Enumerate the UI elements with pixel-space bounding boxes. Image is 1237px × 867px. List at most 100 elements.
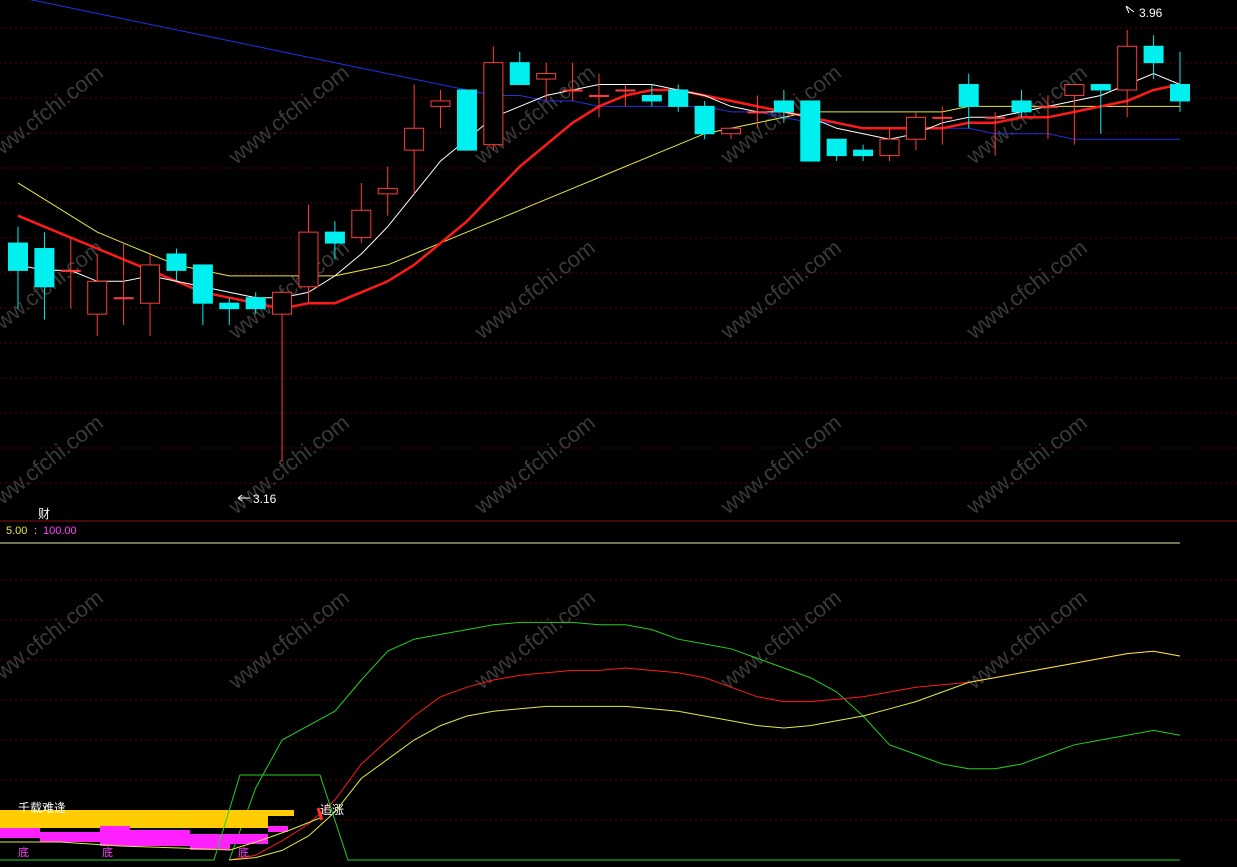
candle-body	[1169, 84, 1191, 102]
candle-body	[60, 269, 81, 272]
candle-body	[536, 73, 557, 80]
candle	[826, 138, 847, 162]
indicator-param-first: 5.00	[6, 525, 27, 537]
watermark-text: www.cfchi.com	[715, 60, 846, 170]
watermark-text: www.cfchi.com	[223, 235, 354, 345]
candles-layer	[7, 29, 1191, 462]
watermark-text: www.cfchi.com	[0, 60, 108, 170]
candle	[958, 73, 979, 129]
indicator-line-green	[228, 621, 1181, 861]
candle	[1064, 84, 1085, 145]
watermark-text: www.cfchi.com	[961, 585, 1092, 695]
bottom-marker-3: 底	[238, 845, 249, 859]
candle-body	[932, 116, 953, 119]
candle-body	[377, 187, 398, 195]
watermark-text: www.cfchi.com	[0, 410, 108, 520]
candle-body	[219, 302, 240, 310]
candle	[800, 100, 821, 162]
candle-body	[404, 127, 425, 151]
candle-body	[272, 291, 293, 315]
candle	[905, 111, 926, 151]
candlestick-chart-svg: www.cfchi.com www.cfchi.com www.cfchi.com w…	[0, 0, 1237, 861]
candle-body	[905, 116, 926, 140]
stock-chart: www.cfchi.com www.cfchi.com www.cfchi.com w…	[0, 0, 1237, 867]
candle-body	[853, 149, 874, 157]
candle-body	[140, 264, 161, 304]
signal-text-left: 千载难逢	[18, 801, 66, 815]
indicator-param-sep: :	[34, 525, 37, 537]
grid-lines	[0, 27, 1237, 821]
candle	[113, 243, 134, 326]
candle-body	[324, 231, 345, 244]
candle-body	[773, 100, 794, 113]
candle-body	[879, 138, 900, 157]
candle	[1090, 84, 1111, 134]
signal-text-mid: 追涨	[320, 802, 344, 817]
watermark-text: www.cfchi.com	[0, 585, 108, 695]
watermark-text: www.cfchi.com	[961, 235, 1092, 345]
bottom-marker-2: 底	[102, 845, 113, 859]
candle	[1117, 29, 1138, 118]
indicator-panel	[228, 621, 1181, 861]
watermark-text: www.cfchi.com	[961, 410, 1092, 520]
candle-body	[166, 253, 187, 271]
candle	[140, 254, 161, 336]
candle-body	[192, 264, 213, 304]
candle-body	[985, 116, 1006, 119]
watermark-text: www.cfchi.com	[469, 410, 600, 520]
candle-body	[800, 100, 821, 162]
moving-average-lines	[17, 0, 1181, 310]
candle-body	[430, 100, 451, 107]
candle-body	[87, 280, 108, 315]
candle-body	[588, 94, 610, 97]
candle	[1143, 35, 1164, 80]
candle	[456, 89, 477, 151]
candle-body	[1143, 45, 1164, 64]
candle-body	[641, 94, 662, 102]
watermark-text: www.cfchi.com	[961, 60, 1092, 170]
low-price-label: 3.16	[253, 492, 277, 506]
watermark-text: www.cfchi.com	[223, 585, 354, 695]
watermark-text: www.cfchi.com	[469, 235, 600, 345]
watermark-text: www.cfchi.com	[223, 410, 354, 520]
candle-body	[245, 297, 266, 310]
candle	[430, 90, 451, 129]
candle	[192, 264, 213, 326]
panel-tag: 财	[38, 507, 50, 521]
watermark-text: www.cfchi.com	[469, 585, 600, 695]
candle	[483, 46, 504, 151]
candle-body	[7, 242, 29, 271]
candle-body	[747, 111, 768, 114]
candle-body	[721, 127, 742, 135]
candle	[351, 182, 372, 244]
candle	[615, 84, 636, 107]
candle-body	[1011, 100, 1032, 113]
candle-body	[694, 105, 715, 135]
candle-body	[509, 62, 530, 86]
candle-body	[615, 89, 636, 92]
candle-body	[1117, 45, 1138, 91]
high-price-label: 3.96	[1139, 6, 1163, 20]
candle	[694, 100, 715, 140]
candle-body	[1064, 84, 1085, 96]
candle-body	[483, 62, 504, 146]
watermark-text: www.cfchi.com	[715, 235, 846, 345]
candle	[377, 166, 398, 216]
candle-body	[456, 89, 477, 151]
watermark-text: www.cfchi.com	[223, 60, 354, 170]
candle	[272, 291, 293, 462]
candle-body	[1090, 84, 1111, 91]
watermark-text: www.cfchi.com	[715, 410, 846, 520]
candle-body	[562, 89, 583, 92]
candle-body	[1037, 105, 1058, 108]
candle-body	[958, 84, 979, 107]
candle-body	[113, 297, 134, 300]
indicator-line-red	[229, 650, 1181, 861]
bottom-marker-1: 底	[18, 845, 29, 859]
candle	[853, 144, 874, 162]
signal-bar-gold-tail	[268, 810, 294, 816]
candle-body	[298, 231, 319, 288]
indicator-line-yellow	[229, 650, 1181, 861]
watermark-layer: www.cfchi.com www.cfchi.com www.cfchi.com w…	[0, 60, 1092, 695]
candle	[166, 248, 187, 282]
